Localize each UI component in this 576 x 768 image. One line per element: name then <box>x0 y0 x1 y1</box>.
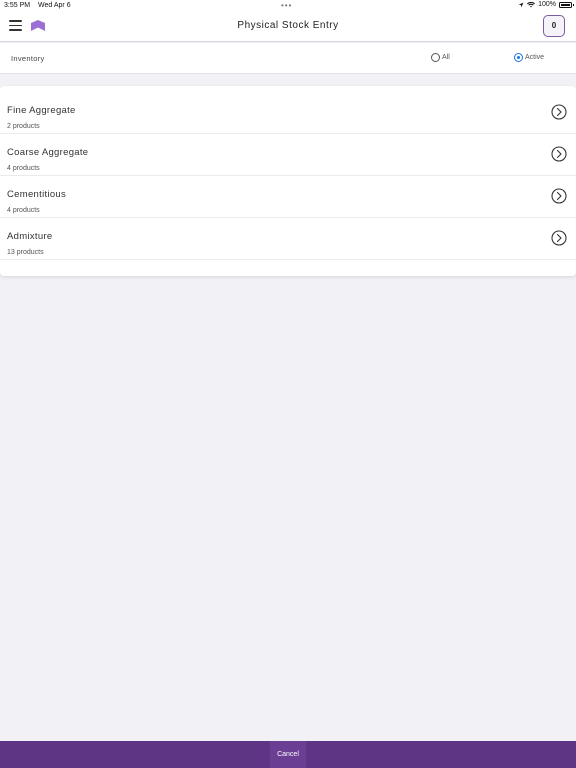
category-list: Fine Aggregate 2 products Coarse Aggrega… <box>0 86 576 276</box>
chevron-right-circle-icon[interactable] <box>551 104 567 120</box>
category-name: Coarse Aggregate <box>7 147 89 158</box>
radio-all[interactable]: All <box>431 53 450 62</box>
category-product-count: 13 products <box>7 249 44 256</box>
footer-bar: Cancel <box>0 741 576 768</box>
inventory-filter-bar: Inventory All Active <box>0 43 576 74</box>
multitask-dots[interactable]: ••• <box>281 1 292 10</box>
category-name: Fine Aggregate <box>7 105 76 116</box>
status-date: Wed Apr 6 <box>38 2 71 9</box>
status-right: 100% <box>518 1 574 8</box>
battery-icon <box>559 1 574 8</box>
inventory-label: Inventory <box>11 54 45 63</box>
radio-circle-icon[interactable] <box>431 53 440 62</box>
chevron-right-circle-icon[interactable] <box>551 146 567 162</box>
radio-all-label: All <box>442 54 450 61</box>
battery-percent: 100% <box>538 1 556 8</box>
radio-active[interactable]: Active <box>514 53 544 62</box>
wifi-icon <box>527 1 536 7</box>
status-bar: 3:55 PM Wed Apr 6 ••• 100% <box>0 0 576 12</box>
count-badge-button[interactable]: 0 <box>543 15 565 37</box>
list-item-cementitious[interactable]: Cementitious 4 products <box>0 176 576 218</box>
list-item-coarse-aggregate[interactable]: Coarse Aggregate 4 products <box>0 134 576 176</box>
location-icon <box>518 2 524 7</box>
app-screen: 3:55 PM Wed Apr 6 ••• 100% Physical Stoc… <box>0 0 576 768</box>
category-product-count: 4 products <box>7 165 40 172</box>
status-time: 3:55 PM <box>4 2 31 9</box>
chevron-right-circle-icon[interactable] <box>551 188 567 204</box>
chevron-right-circle-icon[interactable] <box>551 230 567 246</box>
category-product-count: 4 products <box>7 207 40 214</box>
status-left: 3:55 PM Wed Apr 6 <box>4 2 77 9</box>
list-item-fine-aggregate[interactable]: Fine Aggregate 2 products <box>0 92 576 134</box>
category-product-count: 2 products <box>7 123 40 130</box>
radio-active-label: Active <box>525 54 545 61</box>
page-title: Physical Stock Entry <box>237 20 339 31</box>
category-name: Admixture <box>7 231 53 242</box>
list-item-admixture[interactable]: Admixture 13 products <box>0 218 576 260</box>
category-name: Cementitious <box>7 189 67 200</box>
radio-circle-selected-icon[interactable] <box>514 53 523 62</box>
top-navigation-bar: Physical Stock Entry 0 <box>0 12 576 42</box>
cancel-button[interactable]: Cancel <box>270 741 306 768</box>
